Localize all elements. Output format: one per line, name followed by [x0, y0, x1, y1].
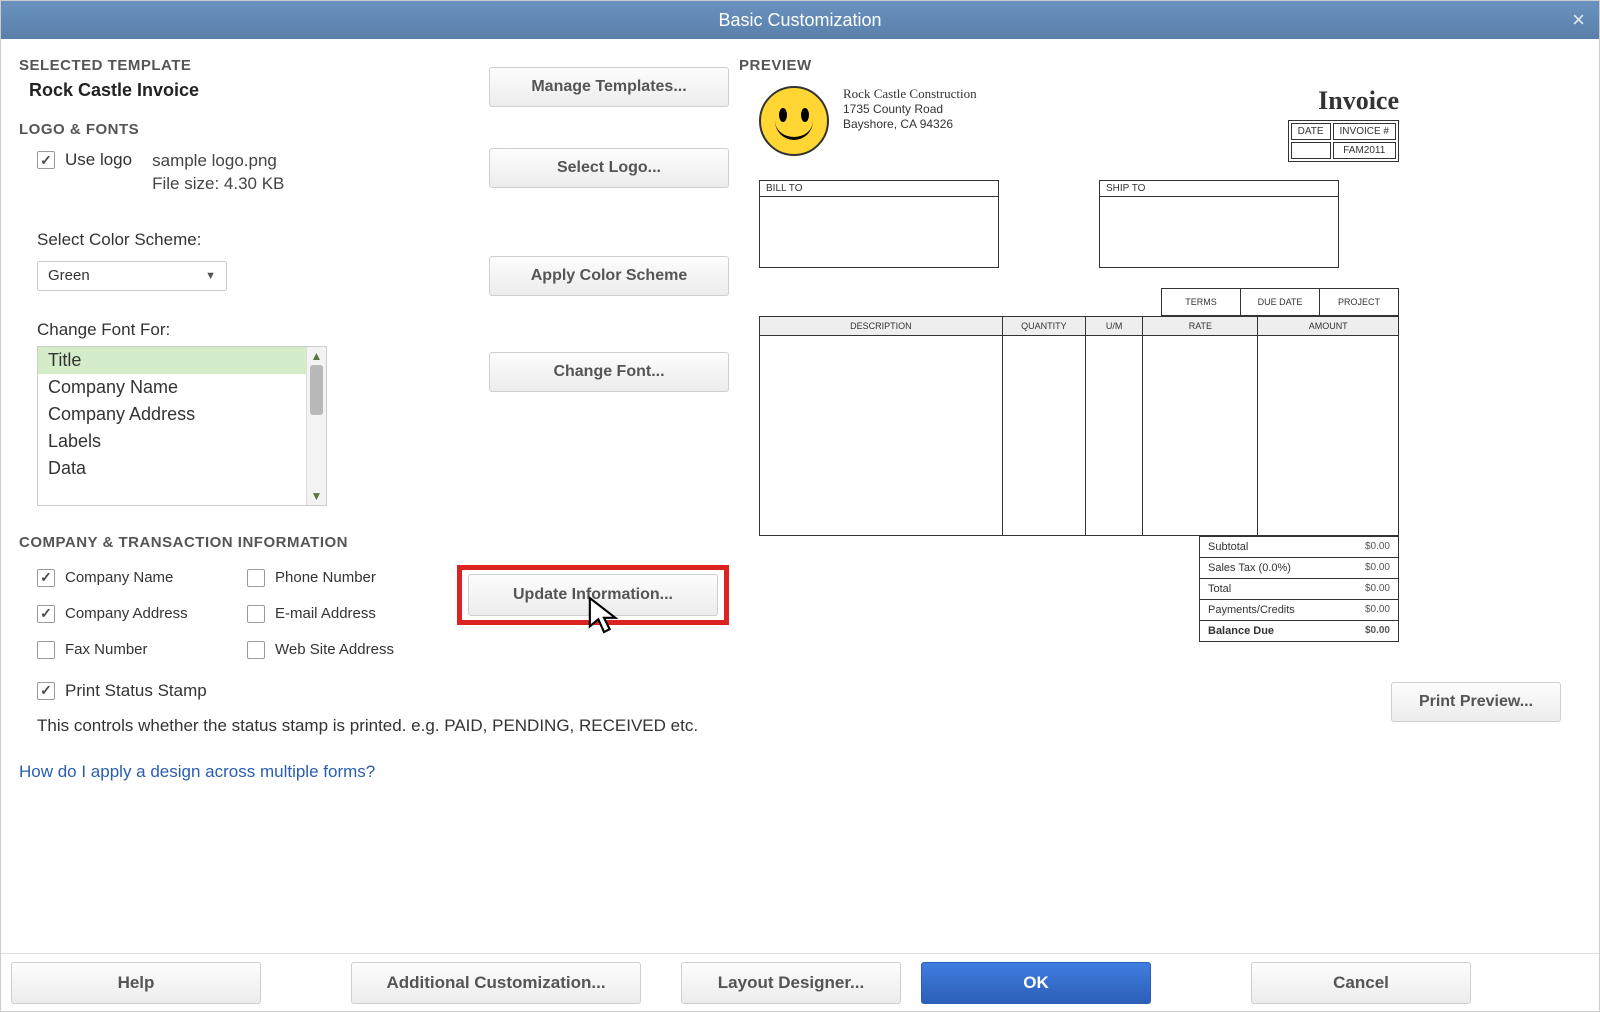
update-info-highlight: Update Information... [457, 565, 729, 625]
preview-heading: PREVIEW [739, 57, 1581, 74]
window: Basic Customization × SELECTED TEMPLATE … [0, 0, 1600, 1012]
preview-doc-title: Invoice [1288, 86, 1399, 116]
check-phone-number[interactable]: Phone Number [247, 569, 457, 587]
print-stamp-help-text: This controls whether the status stamp i… [37, 715, 729, 738]
check-company-address[interactable]: Company Address [37, 605, 247, 623]
bottom-bar: Help Additional Customization... Layout … [1, 953, 1599, 1011]
help-button[interactable]: Help [11, 962, 261, 1004]
window-title: Basic Customization [718, 10, 881, 31]
color-scheme-value: Green [48, 267, 90, 284]
use-logo-label: Use logo [65, 150, 132, 170]
check-email-address[interactable]: E-mail Address [247, 605, 457, 623]
select-logo-button[interactable]: Select Logo... [489, 148, 729, 188]
duedate-header: DUE DATE [1240, 288, 1320, 316]
selected-template-heading: SELECTED TEMPLATE [19, 57, 489, 74]
font-item-labels[interactable]: Labels [38, 428, 326, 455]
print-preview-button[interactable]: Print Preview... [1391, 682, 1561, 722]
bill-to-box: BILL TO [759, 180, 999, 268]
check-fax-number[interactable]: Fax Number [37, 641, 247, 659]
logo-fonts-heading: LOGO & FONTS [19, 121, 729, 138]
cancel-button[interactable]: Cancel [1251, 962, 1471, 1004]
project-header: PROJECT [1319, 288, 1399, 316]
design-across-forms-link[interactable]: How do I apply a design across multiple … [19, 762, 729, 782]
logo-filesize: File size: 4.30 KB [152, 173, 284, 196]
checkbox[interactable] [247, 569, 265, 587]
terms-header: TERMS [1161, 288, 1241, 316]
chevron-down-icon: ▼ [205, 270, 216, 282]
titlebar: Basic Customization × [1, 1, 1599, 39]
checkbox[interactable] [37, 682, 55, 700]
font-item-company-address[interactable]: Company Address [38, 401, 326, 428]
checkbox[interactable] [247, 641, 265, 659]
preview-date-invoice-box: DATEINVOICE # FAM2011 [1288, 120, 1399, 162]
right-panel: PREVIEW Rock Castle Construction 1735 Co… [739, 49, 1581, 953]
ship-to-box: SHIP TO [1099, 180, 1339, 268]
preview-address-1: 1735 County Road [843, 102, 977, 117]
checkbox[interactable] [37, 605, 55, 623]
template-name: Rock Castle Invoice [29, 80, 489, 101]
update-information-button[interactable]: Update Information... [468, 574, 718, 616]
invoice-preview: Rock Castle Construction 1735 County Roa… [759, 86, 1399, 642]
font-item-company-name[interactable]: Company Name [38, 374, 326, 401]
change-font-label: Change Font For: [37, 320, 729, 340]
font-listbox[interactable]: Title Company Name Company Address Label… [37, 346, 327, 506]
check-print-status-stamp[interactable]: Print Status Stamp [37, 681, 729, 701]
manage-templates-button[interactable]: Manage Templates... [489, 67, 729, 107]
checkbox[interactable] [247, 605, 265, 623]
company-info-block: Rock Castle Construction 1735 County Roa… [843, 86, 977, 132]
apply-color-scheme-button[interactable]: Apply Color Scheme [489, 256, 729, 296]
content: SELECTED TEMPLATE Rock Castle Invoice Ma… [1, 39, 1599, 953]
preview-items-table: DESCRIPTION QUANTITY U/M RATE AMOUNT [759, 316, 1399, 536]
font-item-title[interactable]: Title [38, 347, 326, 374]
logo-filename: sample logo.png [152, 150, 284, 173]
check-website-address[interactable]: Web Site Address [247, 641, 457, 659]
check-company-name[interactable]: Company Name [37, 569, 247, 587]
change-font-button[interactable]: Change Font... [489, 352, 729, 392]
ok-button[interactable]: OK [921, 962, 1151, 1004]
terms-row: TERMS DUE DATE PROJECT [759, 288, 1399, 316]
close-icon[interactable]: × [1572, 7, 1585, 33]
layout-designer-button[interactable]: Layout Designer... [681, 962, 901, 1004]
checkbox[interactable] [37, 641, 55, 659]
checkbox[interactable] [37, 569, 55, 587]
logo-image [759, 86, 829, 156]
company-info-grid: Company Name Phone Number Company Addres… [37, 569, 457, 659]
preview-address-2: Bayshore, CA 94326 [843, 117, 977, 132]
color-scheme-select[interactable]: Green ▼ [37, 261, 227, 291]
scroll-up-icon[interactable]: ▲ [307, 347, 326, 365]
scroll-down-icon[interactable]: ▼ [307, 487, 326, 505]
font-item-data[interactable]: Data [38, 455, 326, 482]
scroll-thumb[interactable] [310, 365, 323, 415]
font-list-scrollbar[interactable]: ▲ ▼ [306, 347, 326, 505]
preview-totals: Subtotal$0.00 Sales Tax (0.0%)$0.00 Tota… [1199, 536, 1399, 642]
additional-customization-button[interactable]: Additional Customization... [351, 962, 641, 1004]
color-scheme-label: Select Color Scheme: [37, 230, 729, 250]
left-panel: SELECTED TEMPLATE Rock Castle Invoice Ma… [19, 49, 729, 953]
use-logo-checkbox[interactable] [37, 151, 55, 169]
company-info-heading: COMPANY & TRANSACTION INFORMATION [19, 534, 729, 551]
preview-company-name: Rock Castle Construction [843, 86, 977, 102]
logo-file-info: sample logo.png File size: 4.30 KB [152, 150, 284, 196]
